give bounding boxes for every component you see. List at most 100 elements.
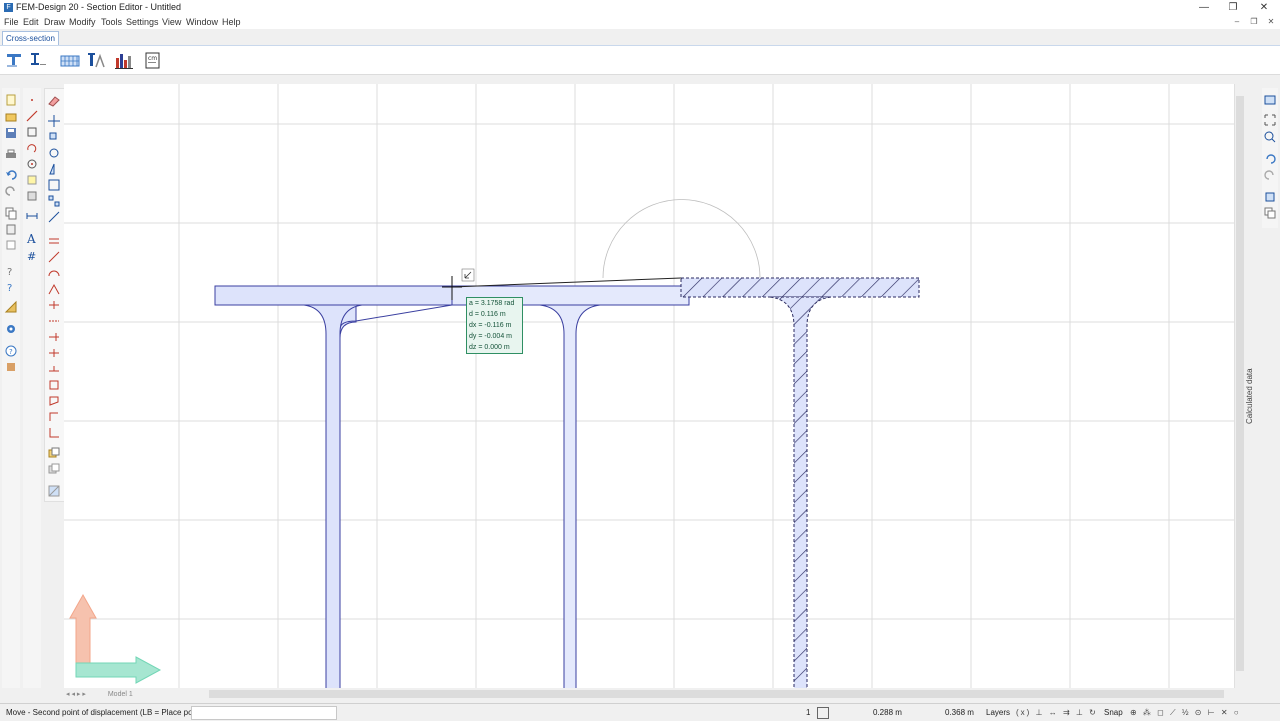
menu-settings[interactable]: Settings (126, 17, 159, 27)
chamfer-icon[interactable] (47, 282, 61, 296)
divide-icon[interactable] (47, 314, 61, 328)
title-bar: F FEM-Design 20 - Section Editor - Untit… (0, 0, 1280, 15)
displacement-tooltip: a = 3.1758 rad d = 0.116 m dx = -0.116 m… (466, 297, 523, 354)
grid-icon[interactable] (60, 50, 80, 70)
snap-button[interactable]: Snap (1104, 708, 1123, 717)
gear-icon[interactable] (4, 322, 18, 336)
circle-icon[interactable] (25, 157, 39, 171)
minimize-button[interactable]: — (1190, 0, 1218, 15)
point-icon[interactable] (25, 93, 39, 107)
array-icon[interactable] (47, 194, 61, 208)
paste-icon[interactable] (4, 222, 18, 236)
break-icon[interactable] (47, 298, 61, 312)
command-input[interactable] (191, 706, 337, 720)
draw-toolbar: A # (23, 88, 41, 688)
dimension-icon[interactable] (25, 209, 39, 223)
angle-arc (602, 199, 761, 279)
line-icon[interactable] (25, 109, 39, 123)
close-button[interactable]: ✕ (1250, 0, 1278, 15)
menu-view[interactable]: View (162, 17, 181, 27)
tab-cross-section[interactable]: Cross-section (2, 31, 59, 45)
print-icon[interactable] (4, 148, 18, 162)
corner-icon[interactable] (47, 410, 61, 424)
layers-button[interactable]: Layers (986, 708, 1010, 717)
snap-mode-icons[interactable]: ⊕ ⁂ ◻ ⟋ ½ ⊙ ⊢ ✕ ○ (1130, 708, 1241, 718)
trim-icon[interactable] (47, 330, 61, 344)
query-icon[interactable]: ? (4, 280, 18, 294)
layer-view-icon[interactable] (1263, 93, 1277, 107)
arc-icon[interactable] (25, 141, 39, 155)
split-icon[interactable] (47, 346, 61, 360)
move-icon[interactable] (47, 114, 61, 128)
mdi-minimize-button[interactable]: – (1230, 15, 1244, 29)
layer-on-icon[interactable] (47, 446, 61, 460)
info-icon[interactable]: ? (4, 344, 18, 358)
tab-nav-arrows[interactable]: ◂ ◂ ▸ ▸ (66, 691, 86, 698)
open-folder-icon[interactable] (4, 110, 18, 124)
rectangle-icon[interactable] (25, 125, 39, 139)
redo-view-icon[interactable] (1263, 168, 1277, 182)
hatch-pattern-icon[interactable] (47, 484, 61, 498)
menu-draw[interactable]: Draw (44, 17, 65, 27)
units-icon[interactable]: cm (143, 50, 163, 70)
rotate-icon[interactable] (47, 146, 61, 160)
frame-icon[interactable] (47, 378, 61, 392)
mirror-icon[interactable] (47, 162, 61, 176)
ruler-icon[interactable] (4, 300, 18, 314)
undo-icon[interactable] (4, 168, 18, 182)
zoom-extents-icon[interactable] (1263, 113, 1277, 127)
zoom-icon[interactable] (1263, 130, 1277, 144)
menu-file[interactable]: File (4, 17, 19, 27)
restore-button[interactable]: ❐ (1219, 0, 1247, 15)
hatch-icon[interactable]: # (25, 248, 39, 262)
undo-view-icon[interactable] (1263, 152, 1277, 166)
menu-tools[interactable]: Tools (101, 17, 122, 27)
tab-model-1[interactable]: Model 1 (108, 691, 133, 698)
object-snap-icons[interactable]: (x) ⊥ ↔ ⇉ ⊥ ↻ (1016, 708, 1098, 717)
view-toolbar (1262, 88, 1278, 228)
section-icon[interactable] (5, 50, 25, 70)
save-icon[interactable] (4, 126, 18, 140)
polygon-icon[interactable] (47, 394, 61, 408)
horizontal-scroll-thumb[interactable] (209, 690, 1224, 698)
coordinate-icon[interactable] (47, 426, 61, 440)
drawing-canvas[interactable] (64, 84, 1234, 688)
text-icon[interactable]: A (25, 231, 39, 245)
region-icon[interactable] (25, 173, 39, 187)
tooltip-distance: d = 0.116 m (469, 311, 506, 318)
mdi-close-button[interactable]: ✕ (1264, 15, 1278, 29)
mdi-restore-button[interactable]: ❐ (1247, 15, 1261, 29)
calculated-data-tab[interactable]: Calculated data (1243, 360, 1257, 430)
help-pointer-icon[interactable]: ? (4, 264, 18, 278)
menu-edit[interactable]: Edit (23, 17, 39, 27)
scale-icon[interactable] (47, 178, 61, 192)
ribbon: cm (0, 46, 1280, 75)
chart-icon[interactable] (114, 50, 134, 70)
profile-icon[interactable] (27, 50, 47, 70)
extend-icon[interactable] (47, 250, 61, 264)
selection-icon[interactable] (817, 707, 829, 719)
text-style-icon[interactable] (86, 50, 106, 70)
menu-window[interactable]: Window (186, 17, 218, 27)
box-icon[interactable] (25, 189, 39, 203)
eraser-icon[interactable] (47, 94, 61, 108)
join-icon[interactable] (47, 362, 61, 376)
stretch-icon[interactable] (47, 210, 61, 224)
fillet-icon[interactable] (47, 266, 61, 280)
cascade-view-icon[interactable] (1263, 206, 1277, 220)
redo-icon[interactable] (4, 184, 18, 198)
coord-y: 0.368 m (945, 708, 974, 717)
menu-help[interactable]: Help (222, 17, 241, 27)
layer-off-icon[interactable] (47, 462, 61, 476)
window-view-icon[interactable] (1263, 190, 1277, 204)
svg-text:#: # (27, 250, 36, 262)
copy-move-icon[interactable] (47, 130, 61, 144)
offset-icon[interactable] (47, 234, 61, 248)
copy-icon[interactable] (4, 206, 18, 220)
command-prompt: Move - Second point of displacement (LB … (6, 708, 209, 717)
new-file-icon[interactable] (4, 93, 18, 107)
material-icon[interactable] (4, 360, 18, 374)
menu-modify[interactable]: Modify (69, 17, 96, 27)
duplicate-icon[interactable] (4, 238, 18, 252)
horizontal-scrollbar[interactable] (64, 688, 1234, 700)
